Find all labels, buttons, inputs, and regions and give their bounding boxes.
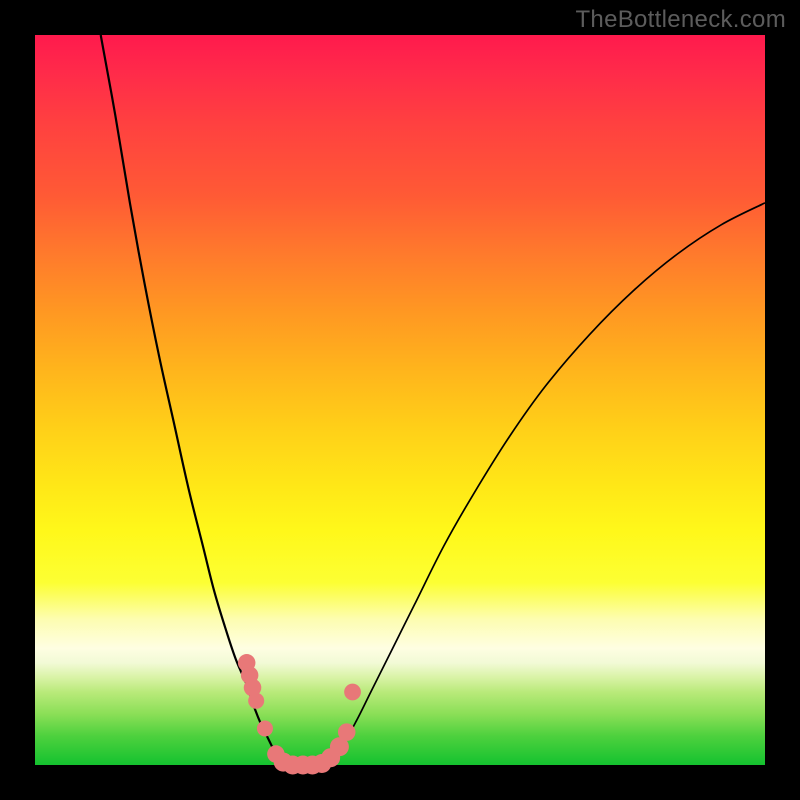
watermark-text: TheBottleneck.com bbox=[575, 6, 786, 34]
chart-frame: TheBottleneck.com bbox=[0, 0, 800, 800]
curve-right bbox=[327, 203, 765, 765]
chart-svg bbox=[35, 35, 765, 765]
curve-left bbox=[101, 35, 284, 765]
marker-dot bbox=[257, 720, 273, 736]
marker-dot bbox=[248, 693, 264, 709]
plot-area bbox=[35, 35, 765, 765]
marker-dot bbox=[344, 684, 361, 701]
marker-dot bbox=[338, 723, 356, 741]
